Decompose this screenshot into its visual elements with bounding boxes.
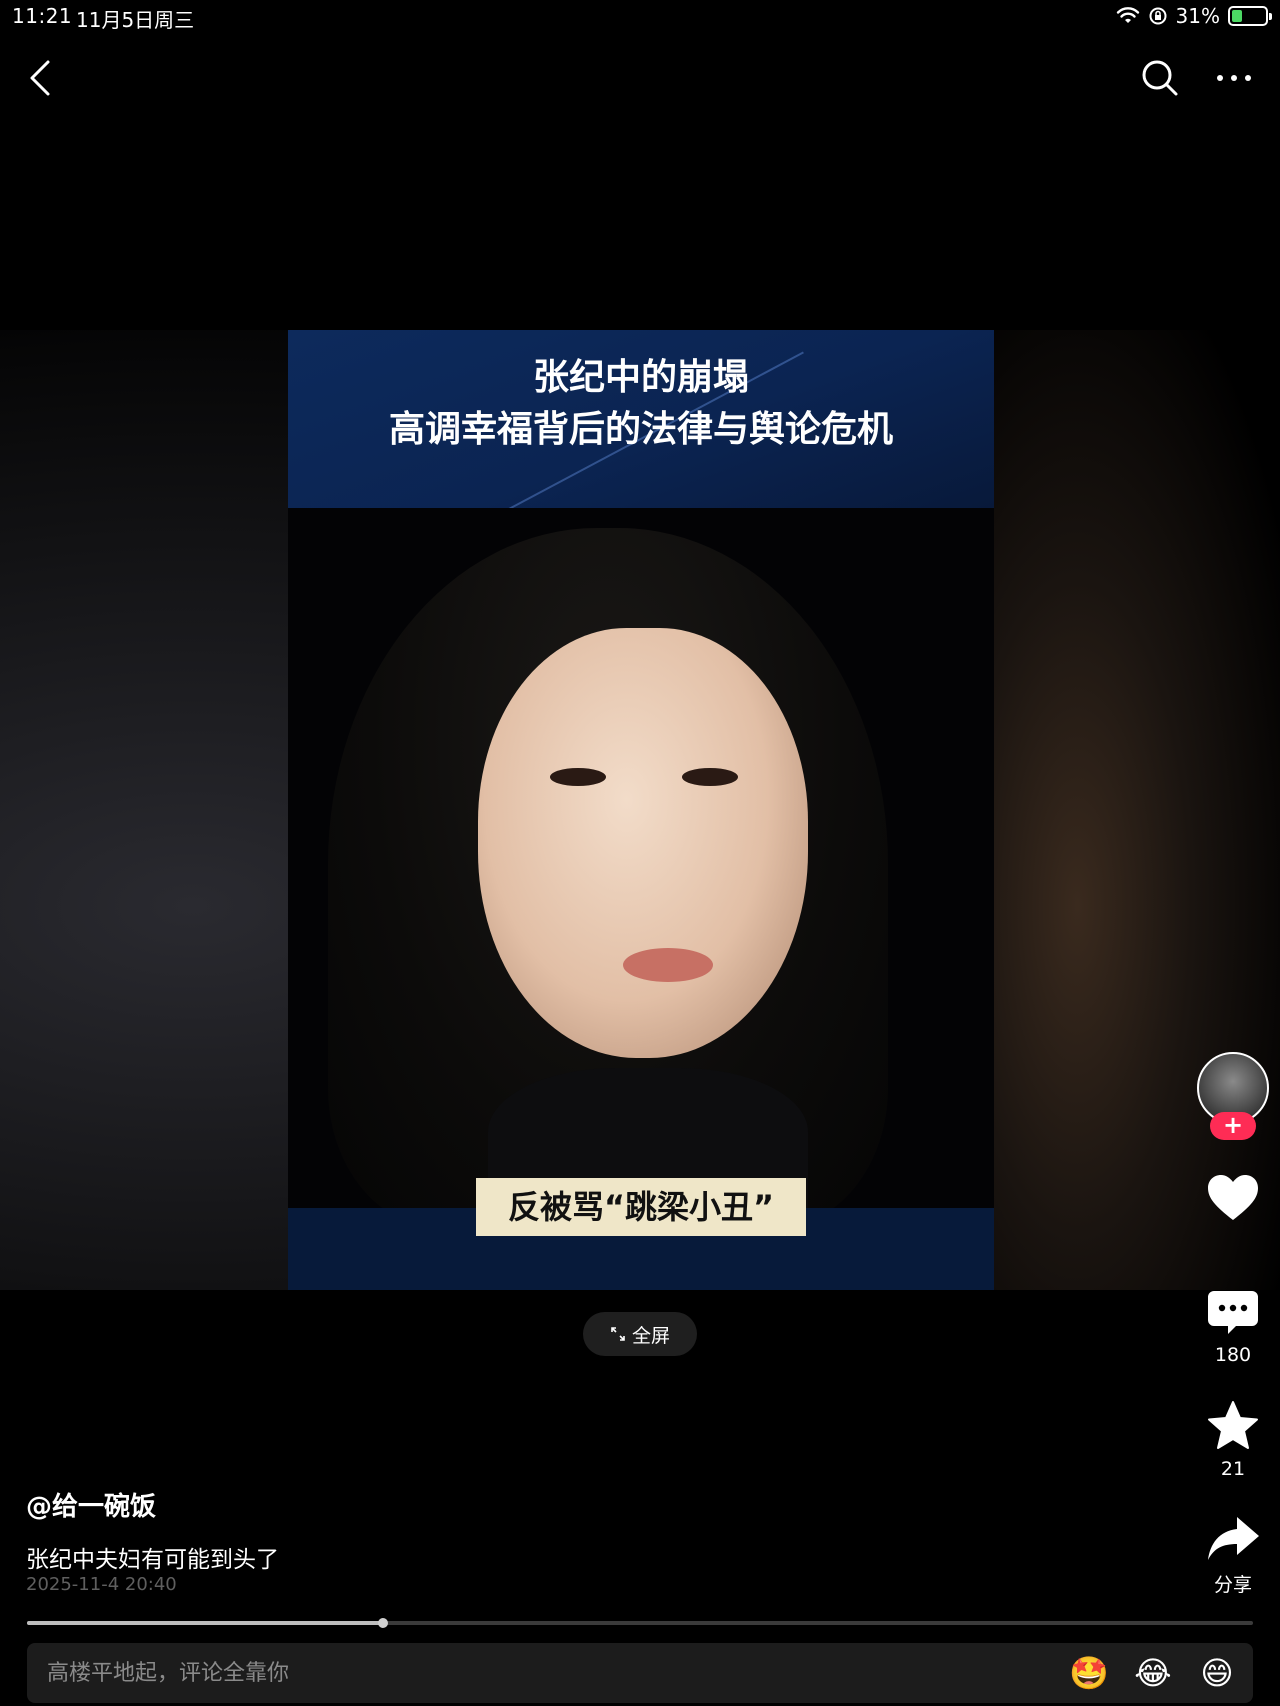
emoji-star-eyes-button[interactable]: 🤩 — [1069, 1653, 1109, 1693]
share-arrow-icon — [1208, 1517, 1259, 1560]
battery-percent: 31% — [1175, 4, 1220, 28]
back-button[interactable] — [22, 56, 62, 100]
rotation-lock-icon — [1149, 7, 1167, 25]
video-frame: 张纪中的崩塌 高调幸福背后的法律与舆论危机 反被骂“跳梁小丑” — [288, 330, 994, 1290]
portrait-eye-right — [682, 768, 738, 786]
portrait-eye-left — [550, 768, 606, 786]
heart-icon — [1208, 1175, 1258, 1220]
emoji-laughing-button[interactable]: 😂 — [1133, 1653, 1173, 1693]
favorite-button[interactable]: 21 — [1200, 1400, 1266, 1480]
comment-button[interactable]: 180 — [1200, 1288, 1266, 1366]
status-time: 11:21 — [12, 4, 73, 28]
favorite-count: 21 — [1220, 1458, 1246, 1480]
fullscreen-button[interactable]: 全屏 — [583, 1312, 697, 1356]
search-button[interactable] — [1138, 56, 1182, 100]
like-button[interactable] — [1200, 1172, 1266, 1228]
comment-count: 180 — [1214, 1344, 1252, 1366]
video-progress-knob[interactable] — [377, 1618, 388, 1628]
author-name[interactable]: @给一碗饭 — [26, 1486, 156, 1523]
fullscreen-label: 全屏 — [631, 1324, 670, 1347]
portrait-image — [288, 508, 994, 1208]
comment-bar: 🤩 😂 😄 — [27, 1643, 1253, 1703]
video-progress-bar[interactable] — [27, 1618, 1253, 1628]
more-dots-icon — [1217, 75, 1251, 81]
follow-button[interactable]: + — [1210, 1112, 1256, 1140]
portrait-face — [478, 628, 808, 1058]
portrait-lips — [623, 948, 713, 982]
status-bar: 11:21 11月5日周三 31% — [0, 0, 1280, 34]
battery-level — [1232, 10, 1242, 22]
more-options-button[interactable] — [1212, 60, 1256, 96]
video-headline-2: 高调幸福背后的法律与舆论危机 — [388, 409, 893, 450]
share-label: 分享 — [1213, 1574, 1252, 1596]
emoji-grin-button[interactable]: 😄 — [1197, 1653, 1237, 1693]
battery-icon — [1228, 6, 1272, 26]
post-timestamp: 2025-11-4 20:40 — [26, 1574, 177, 1595]
video-progress-fill — [27, 1621, 383, 1625]
search-icon — [1142, 60, 1178, 96]
status-indicators: 31% — [1116, 4, 1272, 28]
star-icon — [1208, 1401, 1258, 1449]
video-player[interactable]: 张纪中的崩塌 高调幸福背后的法律与舆论危机 反被骂“跳梁小丑” — [0, 330, 1280, 1290]
expand-icon — [611, 1327, 625, 1341]
comment-input[interactable] — [47, 1643, 947, 1703]
status-date: 11月5日周三 — [76, 8, 195, 32]
video-caption: 反被骂“跳梁小丑” — [476, 1178, 806, 1236]
video-headline-1: 张纪中的崩塌 — [532, 357, 749, 398]
post-description: 张纪中夫妇有可能到头了 — [26, 1547, 279, 1573]
comment-bubble-icon — [1208, 1291, 1258, 1334]
share-button[interactable]: 分享 — [1200, 1514, 1266, 1597]
wifi-icon — [1116, 7, 1139, 23]
video-headline-banner: 张纪中的崩塌 高调幸福背后的法律与舆论危机 — [288, 330, 994, 508]
chevron-left-icon — [30, 60, 50, 96]
